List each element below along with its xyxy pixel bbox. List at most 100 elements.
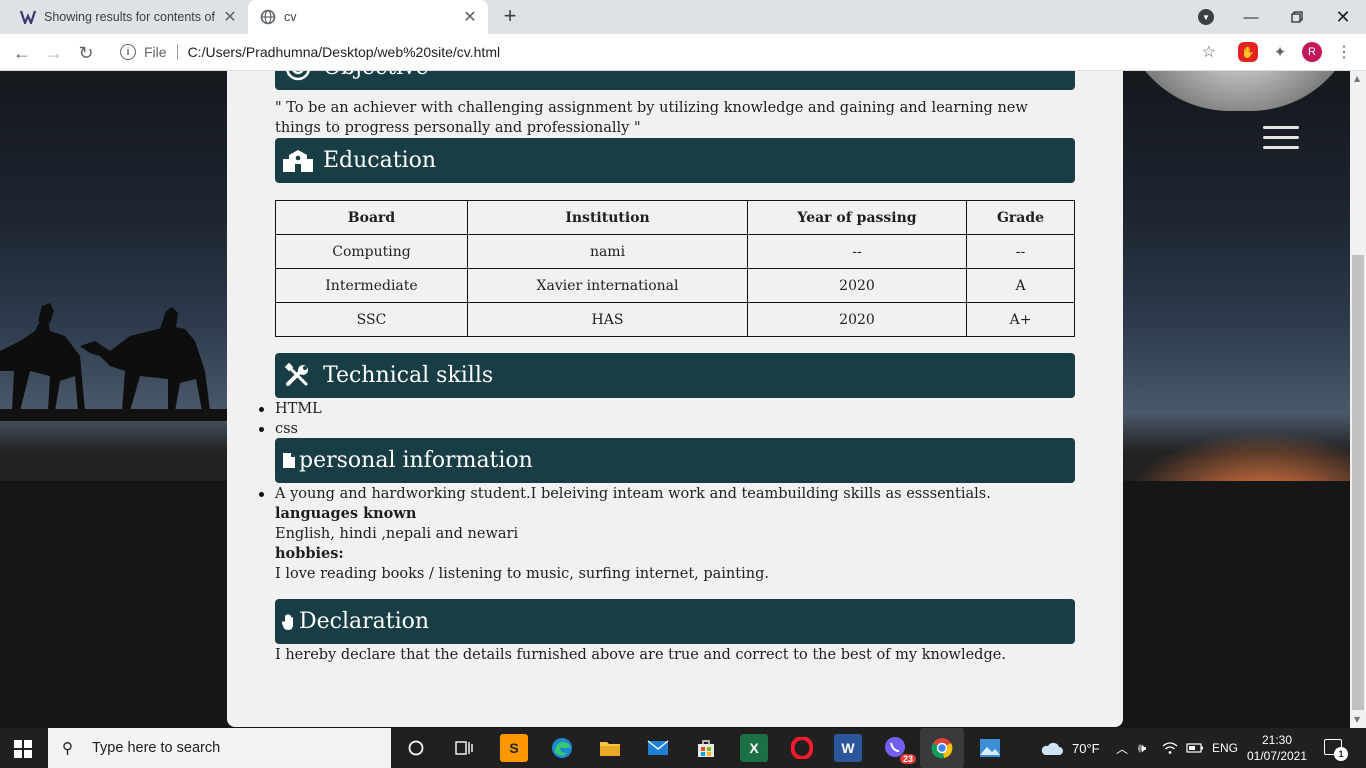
list-item: A young and hardworking student.I beleiv…: [259, 484, 1075, 504]
tab-search-results[interactable]: Showing results for contents of te ✕: [8, 0, 248, 34]
cv-sheet: Objective " To be an achiever with chall…: [227, 71, 1123, 727]
forward-arrow-icon[interactable]: →: [40, 39, 68, 67]
excel-icon[interactable]: X: [740, 734, 768, 762]
sublime-text-icon[interactable]: S: [500, 734, 528, 762]
languages-value: English, hindi ,nepali and newari: [275, 526, 519, 542]
declaration-header: Declaration: [275, 599, 1075, 644]
opera-icon[interactable]: [788, 734, 816, 762]
table-cell: SSC: [275, 302, 468, 337]
skills-header: Technical skills: [275, 353, 1075, 398]
restore-button[interactable]: [1274, 0, 1320, 34]
hobbies-label: hobbies:: [275, 545, 344, 562]
column-header: Grade: [966, 200, 1075, 235]
objective-header: Objective: [275, 71, 1075, 90]
clock-date: 01/07/2021: [1246, 749, 1308, 763]
battery-icon[interactable]: [1186, 728, 1204, 768]
scroll-up-arrow-icon[interactable]: ▲: [1354, 74, 1360, 83]
page-scrollbar[interactable]: ▲ ▼: [1350, 71, 1366, 728]
app-favicon-icon: [20, 9, 36, 25]
tools-icon: [281, 361, 315, 391]
personal-title: personal information: [299, 448, 533, 473]
chrome-taskbar-icon[interactable]: [920, 728, 964, 768]
file-explorer-icon[interactable]: [596, 734, 624, 762]
windows-start-icon[interactable]: [14, 740, 32, 758]
weather-widget[interactable]: 70°F: [1040, 728, 1100, 768]
education-table: Board Institution Year of passing Grade …: [275, 200, 1075, 337]
table-cell: Intermediate: [275, 268, 468, 303]
site-info-icon[interactable]: i: [120, 44, 136, 60]
declaration-title: Declaration: [299, 609, 430, 634]
scroll-down-arrow-icon[interactable]: ▼: [1354, 715, 1360, 724]
background-moon: [1120, 71, 1350, 111]
tray-overflow-chevron-icon[interactable]: ︿: [1116, 728, 1128, 768]
profile-avatar[interactable]: R: [1302, 42, 1322, 62]
viber-badge: 23: [899, 754, 916, 764]
table-row: Intermediate Xavier international 2020 A: [275, 268, 1075, 303]
hobbies-value: I love reading books / listening to musi…: [275, 566, 769, 582]
volume-icon[interactable]: 🕪: [1138, 728, 1146, 768]
close-tab-icon[interactable]: ✕: [218, 7, 242, 27]
skills-list: HTML css: [259, 399, 1075, 439]
camel-silhouettes-image: [0, 303, 230, 421]
photos-icon[interactable]: [976, 734, 1004, 762]
mail-icon[interactable]: [644, 734, 672, 762]
column-header: Year of passing: [747, 200, 967, 235]
minimize-button[interactable]: —: [1228, 0, 1274, 34]
cortana-circle-icon[interactable]: [402, 734, 430, 762]
bookmark-star-icon[interactable]: ☆: [1202, 42, 1216, 62]
objective-title: Objective: [323, 71, 429, 80]
tab-title: cv: [284, 10, 297, 24]
personal-header: personal information: [275, 438, 1075, 483]
education-header: Education: [275, 138, 1075, 183]
table-cell: Xavier international: [467, 268, 748, 303]
table-cell: Computing: [275, 234, 468, 269]
system-clock[interactable]: 21:30 01/07/2021: [1242, 732, 1312, 764]
declaration-text: I hereby declare that the details furnis…: [275, 647, 1006, 663]
taskbar-search-box[interactable]: ⚲ Type here to search: [48, 728, 391, 768]
tab-cv[interactable]: cv ✕: [248, 0, 488, 34]
table-cell: nami: [467, 234, 748, 269]
table-cell: 2020: [747, 302, 967, 337]
table-cell: HAS: [467, 302, 748, 337]
edge-browser-icon[interactable]: [548, 734, 576, 762]
reload-icon[interactable]: ↻: [72, 39, 100, 67]
task-view-icon[interactable]: [450, 734, 478, 762]
search-icon: ⚲: [62, 740, 73, 757]
new-tab-button[interactable]: +: [498, 4, 522, 28]
tab-search-icon[interactable]: ▼: [1198, 9, 1214, 25]
table-row: SSC HAS 2020 A+: [275, 302, 1075, 337]
hamburger-menu-icon[interactable]: [1263, 126, 1299, 152]
weather-temp: 70°F: [1072, 740, 1100, 756]
extension-shield-icon[interactable]: ✋: [1238, 42, 1258, 62]
column-header: Board: [275, 200, 468, 235]
windows-taskbar: ⚲ Type here to search S X W 23 70°F ︿ 🕪: [0, 728, 1366, 768]
language-indicator[interactable]: ENG: [1212, 728, 1238, 768]
address-bar[interactable]: i File C:/Users/Pradhumna/Desktop/web%20…: [110, 37, 1222, 67]
list-item: HTML: [259, 399, 1075, 419]
table-row: Computing nami -- --: [275, 234, 1075, 269]
browser-tab-strip: Showing results for contents of te ✕ cv …: [0, 0, 1366, 34]
clock-time: 21:30: [1261, 733, 1293, 747]
store-icon[interactable]: [692, 734, 720, 762]
search-placeholder: Type here to search: [92, 740, 221, 756]
address-separator: [176, 44, 178, 60]
close-window-button[interactable]: ✕: [1320, 0, 1366, 34]
table-header-row: Board Institution Year of passing Grade: [275, 200, 1075, 235]
back-arrow-icon[interactable]: ←: [8, 39, 36, 67]
word-icon[interactable]: W: [834, 734, 862, 762]
extensions-puzzle-icon[interactable]: ✦: [1270, 42, 1290, 62]
close-tab-icon[interactable]: ✕: [458, 7, 482, 27]
skills-title: Technical skills: [323, 363, 494, 388]
globe-icon: [260, 9, 276, 25]
table-cell: 2020: [747, 268, 967, 303]
viber-icon[interactable]: 23: [882, 734, 916, 764]
table-cell: --: [747, 234, 967, 269]
education-title: Education: [323, 148, 437, 173]
document-icon: [281, 446, 297, 476]
page-viewport: Objective " To be an achiever with chall…: [0, 71, 1350, 728]
menu-kebab-icon[interactable]: ⋮: [1334, 42, 1354, 62]
scrollbar-thumb[interactable]: [1352, 255, 1364, 710]
wifi-icon[interactable]: [1162, 728, 1178, 768]
notification-center-icon[interactable]: 1: [1324, 739, 1348, 761]
tab-title: Showing results for contents of te: [44, 10, 218, 24]
